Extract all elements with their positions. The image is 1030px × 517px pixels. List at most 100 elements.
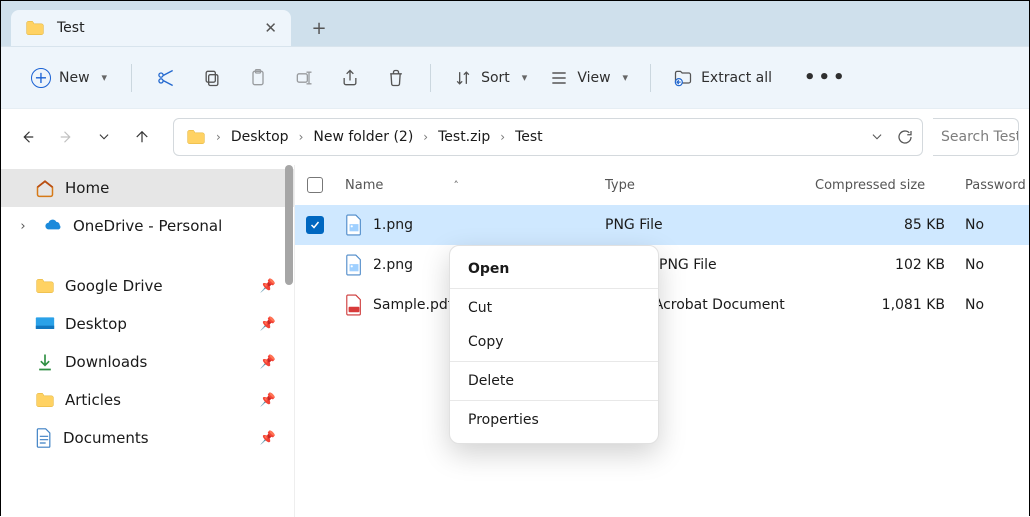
breadcrumb-item[interactable]: Test	[515, 129, 543, 145]
recent-locations-button[interactable]	[87, 120, 121, 154]
folder-icon	[186, 128, 206, 146]
address-bar[interactable]: › Desktop › New folder (2) › Test.zip › …	[173, 118, 923, 156]
tab-bar: Test ✕ +	[1, 1, 1029, 47]
scrollbar-thumb[interactable]	[285, 165, 293, 285]
sidebar-item-label: Articles	[65, 391, 121, 409]
sidebar-item-downloads[interactable]: Downloads 📌	[1, 343, 294, 381]
sidebar-item-label: Google Drive	[65, 277, 163, 295]
sort-asc-icon: ˄	[453, 179, 459, 192]
arrow-up-icon	[133, 128, 151, 146]
chevron-down-icon: ▾	[522, 71, 528, 84]
sort-label: Sort	[481, 70, 510, 86]
onedrive-icon	[43, 219, 63, 233]
file-row[interactable]: 1.png PNG File 85 KB No	[295, 205, 1029, 245]
sidebar-item-google-drive[interactable]: Google Drive 📌	[1, 267, 294, 305]
column-label: Compressed size	[815, 178, 925, 193]
address-bar-actions	[870, 128, 914, 146]
breadcrumb-item[interactable]: New folder (2)	[313, 129, 413, 145]
chevron-right-icon: ›	[500, 130, 505, 144]
sidebar-item-label: Downloads	[65, 353, 147, 371]
chevron-down-icon[interactable]	[870, 130, 884, 144]
sidebar-scrollbar[interactable]	[284, 165, 294, 491]
rename-button[interactable]	[282, 60, 326, 96]
row-checkbox[interactable]	[306, 216, 324, 234]
file-compressed-size: 102 KB	[895, 257, 945, 273]
sidebar-item-label: Home	[65, 179, 109, 197]
context-menu-open[interactable]: Open	[450, 252, 658, 286]
breadcrumb: Desktop › New folder (2) › Test.zip › Te…	[231, 129, 860, 145]
column-header-compressed-size[interactable]: Compressed size	[805, 178, 955, 193]
sidebar-item-onedrive[interactable]: › OneDrive - Personal	[1, 207, 294, 245]
search-placeholder: Search Test	[941, 129, 1019, 145]
file-password: No	[965, 257, 984, 273]
column-header-name[interactable]: Name ˄	[335, 178, 595, 193]
sidebar-item-home[interactable]: Home	[1, 169, 294, 207]
context-menu-cut[interactable]: Cut	[450, 291, 658, 325]
share-button[interactable]	[328, 60, 372, 96]
arrow-left-icon	[19, 128, 37, 146]
chevron-down-icon: ▾	[623, 71, 629, 84]
paste-button[interactable]	[236, 60, 280, 96]
file-name: 2.png	[373, 257, 413, 273]
column-header-type[interactable]: Type	[595, 178, 805, 193]
pin-icon: 📌	[260, 317, 276, 332]
folder-icon	[25, 19, 45, 37]
select-all-checkbox[interactable]	[307, 177, 323, 193]
more-button[interactable]: •••	[792, 60, 860, 96]
context-menu-copy[interactable]: Copy	[450, 325, 658, 359]
delete-button[interactable]	[374, 60, 418, 96]
file-compressed-size: 1,081 KB	[882, 297, 945, 313]
plus-circle-icon: +	[31, 68, 51, 88]
view-label: View	[577, 70, 610, 86]
desktop-icon	[35, 316, 55, 332]
file-type: PNG File	[605, 217, 663, 233]
context-menu-properties[interactable]: Properties	[450, 403, 658, 437]
up-button[interactable]	[125, 120, 159, 154]
column-label: Type	[605, 178, 635, 193]
share-icon	[340, 68, 360, 88]
column-headers: Name ˄ Type Compressed size Password	[295, 165, 1029, 205]
sidebar-item-documents[interactable]: Documents 📌	[1, 419, 294, 457]
toolbar: + New ▾ Sort ▾ View ▾ Extract al	[1, 47, 1029, 109]
image-file-icon	[345, 214, 363, 236]
view-list-icon	[549, 68, 569, 88]
window-tab[interactable]: Test ✕	[11, 10, 291, 46]
sidebar-item-articles[interactable]: Articles 📌	[1, 381, 294, 419]
sort-button[interactable]: Sort ▾	[443, 60, 537, 96]
sidebar: Home › OneDrive - Personal Google Drive …	[1, 165, 294, 517]
new-tab-button[interactable]: +	[301, 10, 337, 46]
image-file-icon	[345, 254, 363, 276]
back-button[interactable]	[11, 120, 45, 154]
file-row[interactable]: 2.png PNG File 102 KB No	[295, 245, 1029, 285]
close-tab-icon[interactable]: ✕	[264, 19, 277, 37]
chevron-down-icon: ▾	[102, 71, 108, 84]
chevron-right-icon: ›	[299, 130, 304, 144]
trash-icon	[386, 68, 406, 88]
file-password: No	[965, 297, 984, 313]
breadcrumb-item[interactable]: Desktop	[231, 129, 289, 145]
context-menu: Open Cut Copy Delete Properties	[449, 245, 659, 444]
view-button[interactable]: View ▾	[539, 60, 638, 96]
context-menu-delete[interactable]: Delete	[450, 364, 658, 398]
nav-buttons	[11, 120, 163, 154]
chevron-right-icon: ›	[423, 130, 428, 144]
extract-all-button[interactable]: Extract all	[663, 60, 782, 96]
column-header-password[interactable]: Password	[955, 178, 1029, 193]
rename-icon	[294, 68, 314, 88]
file-compressed-size: 85 KB	[904, 217, 945, 233]
copy-icon	[202, 68, 222, 88]
copy-button[interactable]	[190, 60, 234, 96]
refresh-icon[interactable]	[896, 128, 914, 146]
cut-button[interactable]	[144, 60, 188, 96]
chevron-right-icon[interactable]: ›	[13, 219, 33, 234]
breadcrumb-item[interactable]: Test.zip	[438, 129, 490, 145]
sidebar-item-desktop[interactable]: Desktop 📌	[1, 305, 294, 343]
new-button[interactable]: + New ▾	[19, 60, 119, 96]
search-input[interactable]: Search Test	[933, 118, 1019, 156]
extract-icon	[673, 68, 693, 88]
pdf-file-icon	[345, 294, 363, 316]
forward-button[interactable]	[49, 120, 83, 154]
file-row[interactable]: Sample.pdf Adobe Acrobat Document 1,081 …	[295, 285, 1029, 325]
sort-icon	[453, 68, 473, 88]
navigation-row: › Desktop › New folder (2) › Test.zip › …	[1, 109, 1029, 165]
